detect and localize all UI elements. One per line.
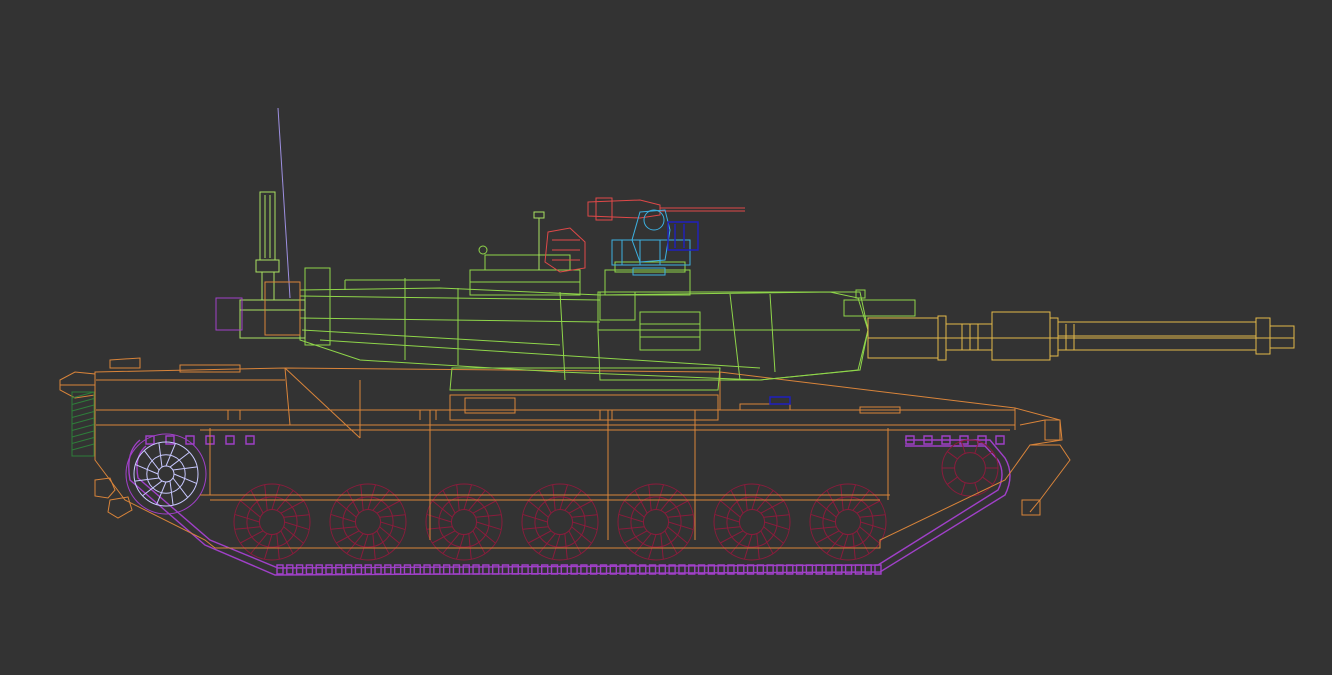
tank-wireframe-icon	[0, 0, 1332, 675]
viewport-3d[interactable]	[0, 0, 1332, 675]
